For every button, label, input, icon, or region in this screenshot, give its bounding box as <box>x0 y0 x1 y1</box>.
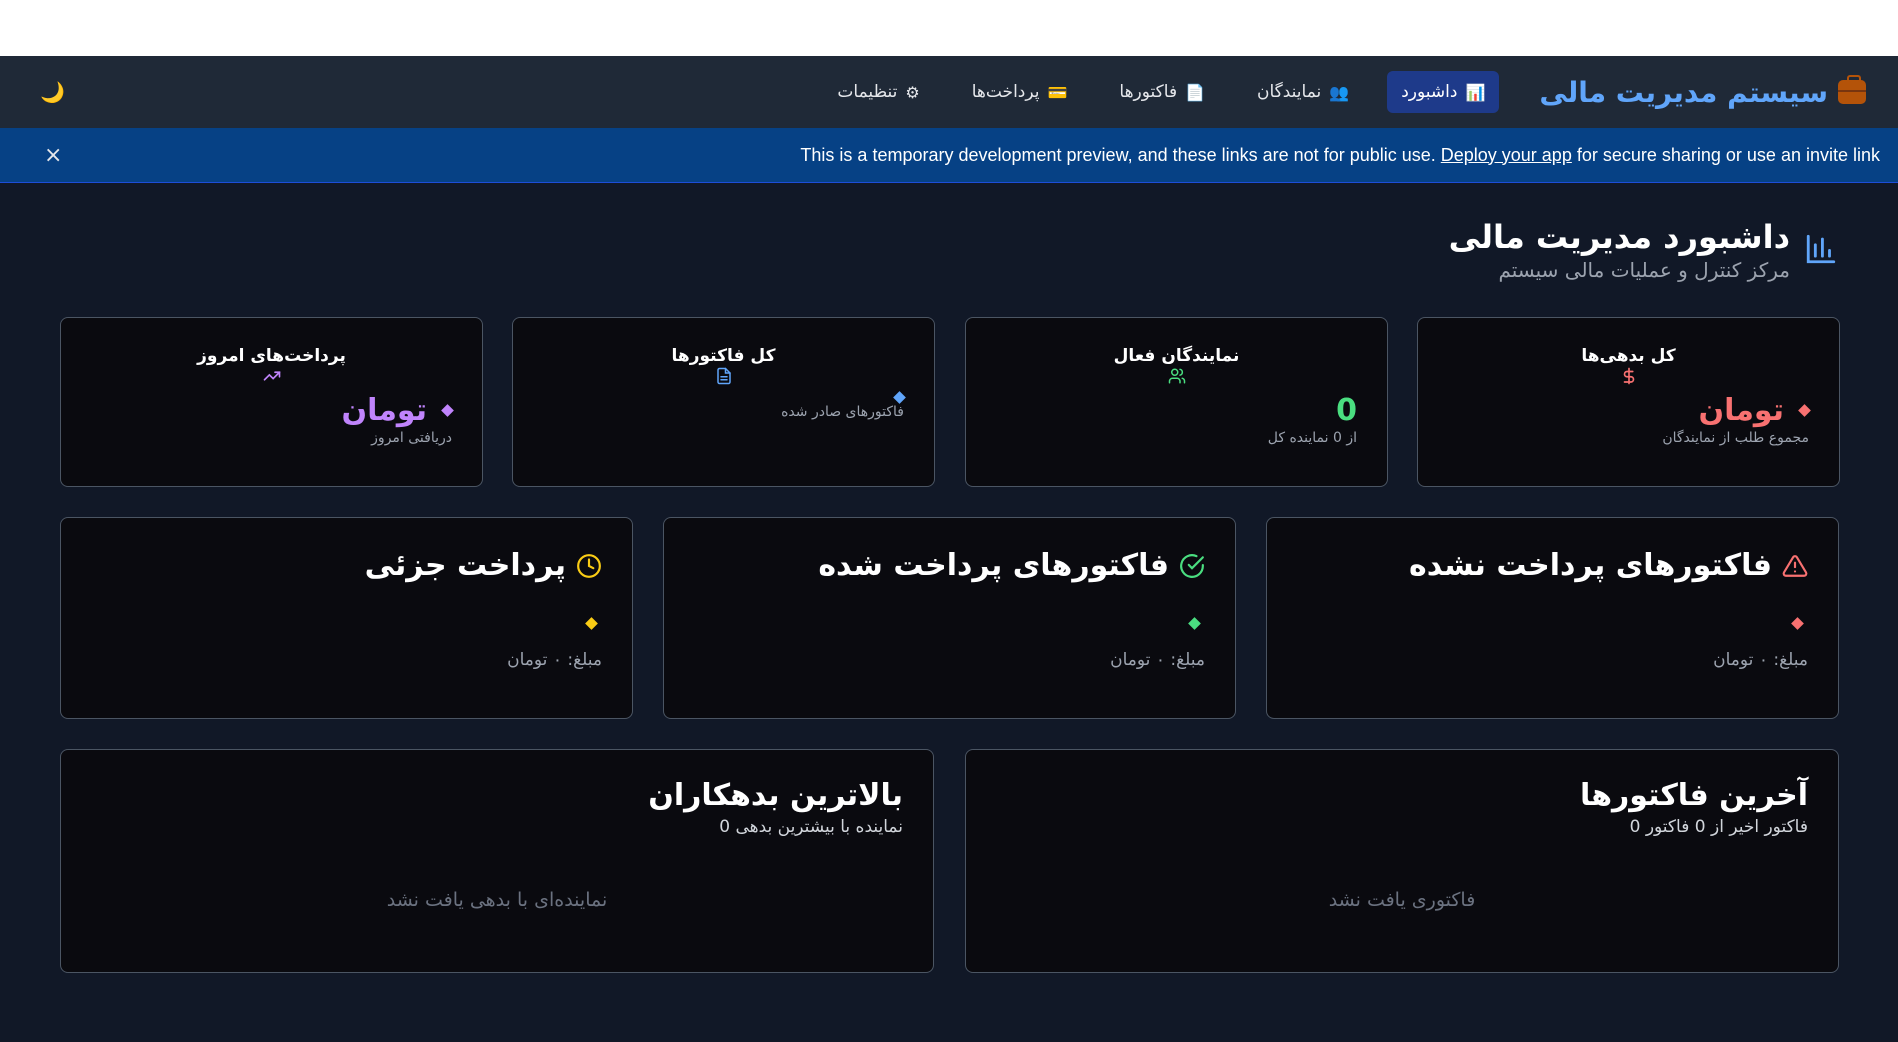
users-icon: 👥 <box>1329 82 1350 102</box>
nav-item-settings[interactable]: ⚙ تنظیمات <box>823 71 933 113</box>
status-card-partial: پرداخت جزئی مبلغ: ۰ تومان <box>60 517 633 719</box>
stat-title: کل بدهی‌ها <box>1581 346 1676 366</box>
nav-item-invoices[interactable]: 📄 فاکتورها <box>1105 71 1219 113</box>
nav-item-label: نمایندگان <box>1257 82 1322 102</box>
stat-value: 0 <box>1336 393 1357 428</box>
browser-top-strip <box>0 0 1898 56</box>
alert-triangle-icon <box>1782 554 1808 577</box>
stat-desc: دریافتی امروز <box>371 430 452 446</box>
status-amount: مبلغ: ۰ تومان <box>507 650 602 670</box>
nav-item-dashboard[interactable]: 📊 داشبورد <box>1387 71 1500 113</box>
nav-item-label: داشبورد <box>1401 82 1458 102</box>
status-card-paid: فاکتورهای پرداخت شده مبلغ: ۰ تومان <box>663 517 1236 719</box>
gear-icon: ⚙ <box>905 82 920 102</box>
status-title: پرداخت جزئی <box>364 548 566 583</box>
page-subtitle: مرکز کنترل و عملیات مالی سیستم <box>1498 258 1790 282</box>
clock-icon <box>577 553 601 578</box>
page-header: داشبورد مدیریت مالی مرکز کنترل و عملیات … <box>1449 218 1838 282</box>
stat-desc: از 0 نماینده کل <box>1267 430 1357 446</box>
check-circle-icon <box>1180 553 1204 578</box>
diamond-icon <box>893 391 906 404</box>
deploy-link[interactable]: Deploy your app <box>1441 145 1572 165</box>
stat-card-total-invoices: کل فاکتورها فاکتورهای صادر شده <box>512 317 935 487</box>
stat-value: تومان <box>341 393 427 428</box>
card-title: بالاترین بدهکاران <box>648 778 903 813</box>
stat-value: تومان <box>1698 393 1784 428</box>
diamond-icon <box>1791 617 1804 630</box>
stat-card-active-reps: نمایندگان فعال 0 از 0 نماینده کل <box>965 317 1388 487</box>
status-title: فاکتورهای پرداخت شده <box>818 548 1169 583</box>
credit-card-icon: 💳 <box>1047 82 1068 102</box>
nav-item-label: تنظیمات <box>837 82 898 102</box>
stat-title: نمایندگان فعال <box>1113 346 1240 366</box>
empty-state: نماینده‌ای با بدهی یافت نشد <box>386 889 608 911</box>
card-title: آخرین فاکتورها <box>1579 778 1808 813</box>
top-debtors-card: بالاترین بدهکاران 0 نماینده با بیشترین ب… <box>60 749 934 973</box>
file-icon <box>716 367 731 385</box>
trending-up-icon <box>263 371 280 381</box>
stat-desc: فاکتورهای صادر شده <box>781 404 904 420</box>
close-icon[interactable]: × <box>44 143 62 168</box>
diamond-icon <box>585 617 598 630</box>
stat-card-total-debt: کل بدهی‌ها تومان مجموع طلب از نمایندگان <box>1417 317 1840 487</box>
banner-text-before: This is a temporary development preview,… <box>800 144 1441 165</box>
nav-items: 📊 داشبورد 👥 نمایندگان 📄 فاکتورها 💳 پرداخ… <box>823 71 1500 113</box>
bar-chart-icon <box>1806 234 1836 264</box>
brand-title: سیستم مدیریت مالی <box>1539 75 1828 109</box>
nav-item-label: پرداخت‌ها <box>971 82 1040 102</box>
card-subtitle: 0 فاکتور اخیر از 0 فاکتور <box>1629 817 1808 837</box>
moon-icon[interactable]: 🌙 <box>40 80 65 104</box>
status-card-unpaid: فاکتورهای پرداخت نشده مبلغ: ۰ تومان <box>1266 517 1839 719</box>
navbar: سیستم مدیریت مالی 📊 داشبورد 👥 نمایندگان … <box>0 56 1898 128</box>
banner-text-after: for secure sharing or use an invite link <box>1571 144 1880 165</box>
preview-banner: × This is a temporary development previe… <box>0 128 1898 183</box>
recent-invoices-card: آخرین فاکتورها 0 فاکتور اخیر از 0 فاکتور… <box>965 749 1839 973</box>
chart-icon: 📊 <box>1465 82 1486 102</box>
card-subtitle: 0 نماینده با بیشترین بدهی <box>719 817 903 837</box>
status-amount: مبلغ: ۰ تومان <box>1110 650 1205 670</box>
stat-title: کل فاکتورها <box>671 346 776 366</box>
status-title: فاکتورهای پرداخت نشده <box>1409 548 1772 583</box>
document-icon: 📄 <box>1185 82 1205 102</box>
nav-item-label: فاکتورها <box>1119 82 1178 102</box>
stat-desc: مجموع طلب از نمایندگان <box>1662 430 1809 446</box>
nav-item-payments[interactable]: 💳 پرداخت‌ها <box>958 71 1082 113</box>
brand[interactable]: سیستم مدیریت مالی <box>1539 75 1866 109</box>
users-icon <box>1168 368 1185 384</box>
status-amount: مبلغ: ۰ تومان <box>1713 650 1808 670</box>
banner-text: This is a temporary development preview,… <box>800 145 1880 166</box>
stat-card-today-payments: پرداخت‌های امروز تومان دریافتی امروز <box>60 317 483 487</box>
diamond-icon <box>1188 617 1201 630</box>
empty-state: فاکتوری یافت نشد <box>1328 889 1476 911</box>
nav-item-representatives[interactable]: 👥 نمایندگان <box>1243 71 1363 113</box>
briefcase-icon <box>1838 75 1866 104</box>
diamond-icon <box>1798 404 1811 417</box>
dollar-icon <box>1623 367 1634 385</box>
page-title: داشبورد مدیریت مالی <box>1448 218 1790 256</box>
stat-title: پرداخت‌های امروز <box>197 346 346 366</box>
diamond-icon <box>441 404 454 417</box>
